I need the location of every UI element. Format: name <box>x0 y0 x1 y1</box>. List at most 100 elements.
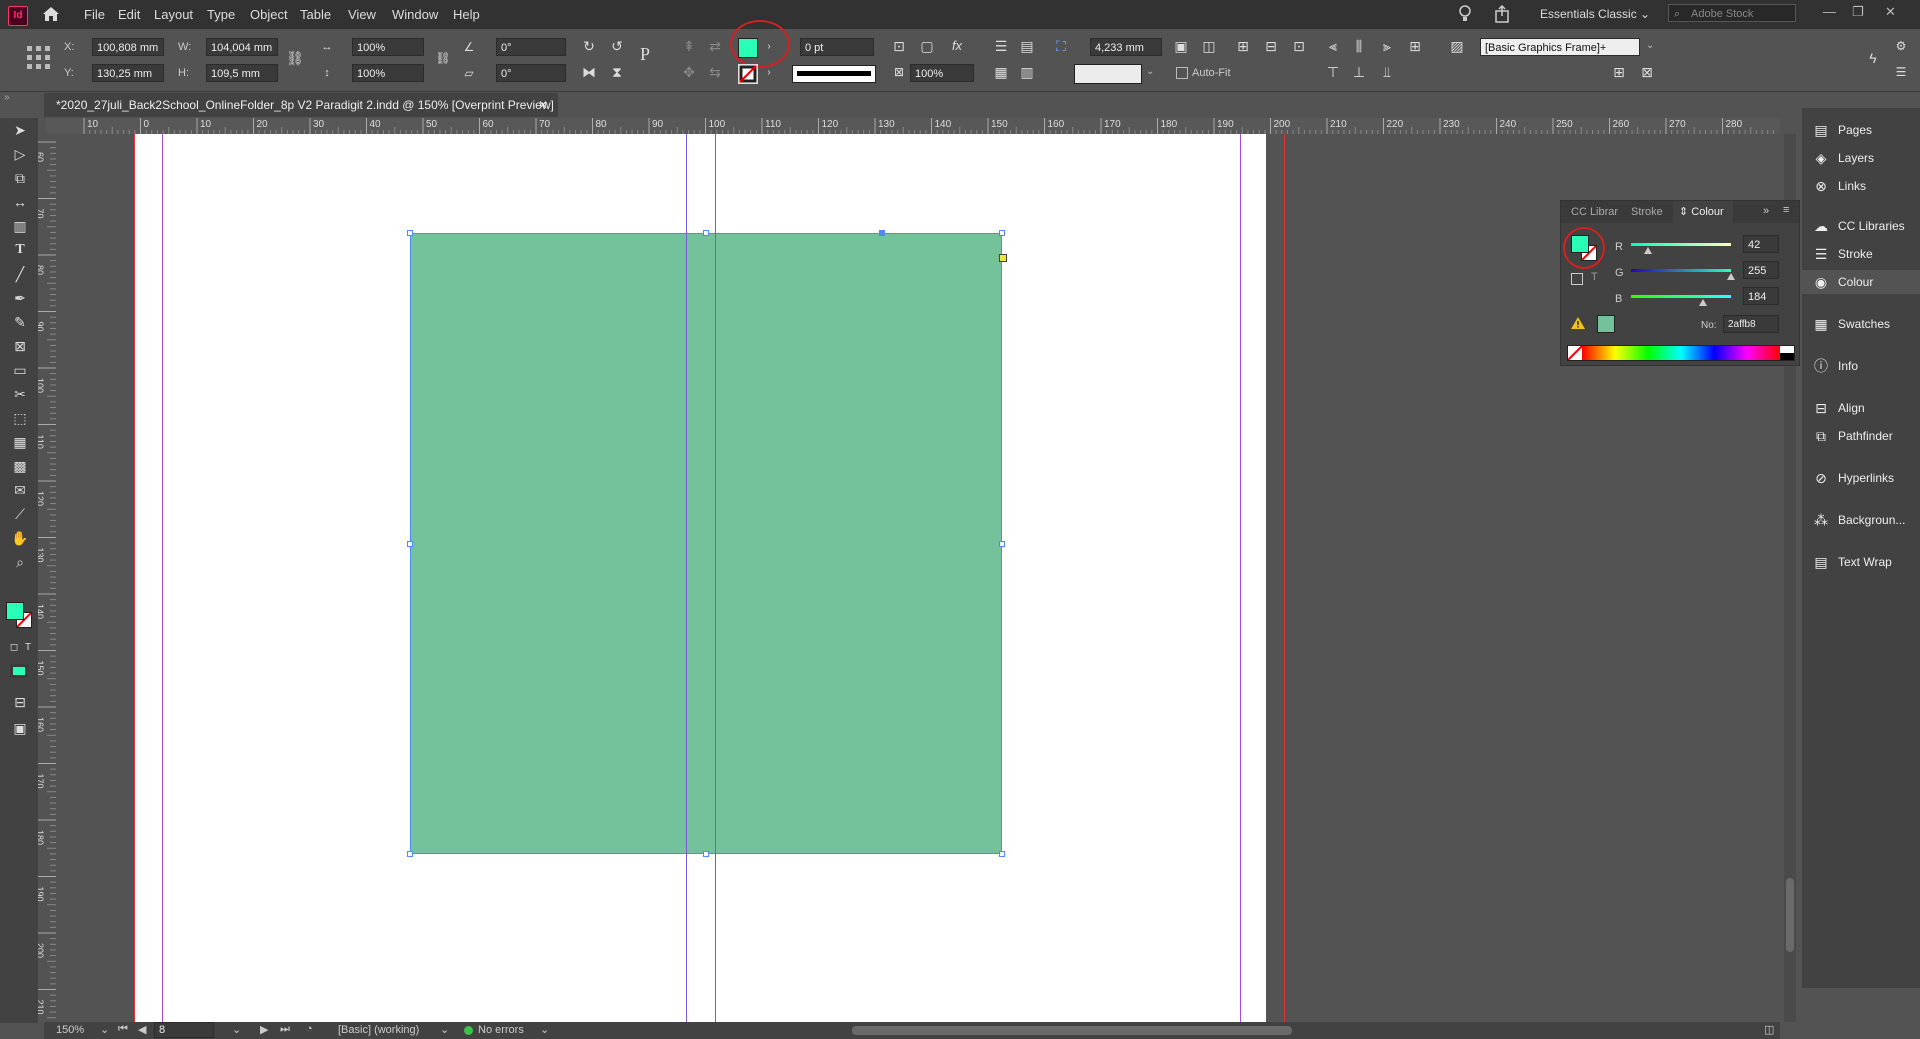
dock-item-links[interactable]: ⊗ Links <box>1802 174 1920 198</box>
menu-layout[interactable]: Layout <box>154 7 193 22</box>
first-page-icon[interactable]: ⏮ <box>118 1023 128 1036</box>
eyedropper-tool-icon[interactable]: ⟋ <box>10 504 30 524</box>
rotate-counterclockwise-icon[interactable]: ↺ <box>608 37 626 55</box>
clear-overrides-icon[interactable]: ⊠ <box>1638 63 1656 81</box>
fill-menu-chevron-icon[interactable]: › <box>760 38 778 56</box>
corner-size-field[interactable]: 4,233 mm <box>1090 38 1162 56</box>
menu-edit[interactable]: Edit <box>118 7 140 22</box>
corner-options-handle[interactable] <box>999 254 1007 262</box>
g-value-field[interactable]: 255 <box>1743 261 1779 279</box>
panel-collapse-arrows-icon[interactable]: » <box>1763 205 1769 217</box>
colour-spectrum-ramp[interactable] <box>1567 345 1795 361</box>
resize-handle[interactable] <box>999 540 1005 547</box>
errors-chevron-icon[interactable]: ⌄ <box>540 1023 549 1036</box>
resize-handle[interactable] <box>703 851 709 857</box>
panel-settings-gear-icon[interactable]: ⚙ <box>1892 37 1910 55</box>
align-top-icon[interactable]: ⊤ <box>1324 63 1342 81</box>
pencil-tool-icon[interactable]: ✎ <box>10 312 30 332</box>
center-content-icon[interactable]: ⊡ <box>1290 37 1308 55</box>
gap-tool-icon[interactable]: ↔ <box>10 192 30 212</box>
prev-page-icon[interactable]: ◀ <box>138 1023 146 1036</box>
select-previous-icon[interactable]: ⇄ <box>706 37 724 55</box>
gradient-swatch-tool-icon[interactable]: ▦ <box>10 432 30 452</box>
flip-horizontal-icon[interactable]: ⧓ <box>580 63 598 81</box>
fit-content-to-frame-icon[interactable]: ⊞ <box>1234 37 1252 55</box>
pen-tool-icon[interactable]: ✒ <box>10 288 30 308</box>
line-tool-icon[interactable]: ╱ <box>10 264 30 284</box>
center-point-handle[interactable] <box>879 230 885 236</box>
opacity-field[interactable]: 100% <box>910 64 974 82</box>
minimize-button[interactable]: — <box>1823 4 1836 19</box>
stroke-weight-field[interactable]: 0 pt <box>800 38 874 56</box>
resize-handle[interactable] <box>999 230 1005 236</box>
quick-apply-icon[interactable]: ϟ <box>1864 49 1882 67</box>
tab-colour-active[interactable]: ⇕ Colour <box>1673 201 1733 223</box>
menu-table[interactable]: Table <box>300 7 331 22</box>
none-swatch-icon[interactable] <box>1568 346 1582 360</box>
align-left-icon[interactable]: ⫷ <box>1324 37 1342 55</box>
select-container-icon[interactable]: ⇞ <box>680 37 698 55</box>
gamut-correction-swatch[interactable] <box>1597 315 1615 333</box>
page-chevron-icon[interactable]: ⌄ <box>232 1023 241 1036</box>
flip-vertical-icon[interactable]: ⧗ <box>608 63 626 81</box>
fit-frame-to-content-icon[interactable]: ◫ <box>1200 37 1218 55</box>
style-override-icon[interactable]: ⊞ <box>1610 63 1628 81</box>
dock-item-align[interactable]: ⊟ Align <box>1802 396 1920 420</box>
next-page-icon[interactable]: ▶ <box>260 1023 268 1036</box>
reference-point-icon[interactable] <box>26 45 52 71</box>
frame-options-icon[interactable]: ⊡ <box>890 37 908 55</box>
page-tool-icon[interactable]: ⧉ <box>10 168 30 188</box>
dock-item-layers[interactable]: ◈ Layers <box>1802 146 1920 170</box>
dock-item-swatches[interactable]: ▦ Swatches <box>1802 312 1920 336</box>
vertical-scroll-thumb[interactable] <box>1786 878 1794 952</box>
hex-value-field[interactable]: 2affb8 <box>1723 315 1779 333</box>
out-of-gamut-warning-icon[interactable] <box>1571 317 1585 329</box>
shear-angle-field[interactable]: 0° <box>496 64 566 82</box>
auto-fit-checkbox[interactable] <box>1176 67 1188 79</box>
dock-item-pathfinder[interactable]: ⧉ Pathfinder <box>1802 424 1920 448</box>
b-value-field[interactable]: 184 <box>1743 287 1779 305</box>
dock-item-text-wrap[interactable]: ▤ Text Wrap <box>1802 550 1920 574</box>
align-bottom-icon[interactable]: ⫫ <box>1378 63 1396 81</box>
type-tool-icon[interactable]: T <box>10 240 30 260</box>
stroke-swatch-button[interactable] <box>738 64 758 84</box>
text-wrap-none-icon[interactable]: ☰ <box>992 37 1010 55</box>
r-slider[interactable] <box>1631 243 1731 254</box>
tab-stroke[interactable]: Stroke <box>1631 206 1663 218</box>
resize-handle[interactable] <box>407 540 413 547</box>
corner-shape-dropdown[interactable] <box>1074 64 1142 84</box>
select-object-icon[interactable]: ⇆ <box>706 63 724 81</box>
menu-file[interactable]: File <box>84 7 105 22</box>
text-wrap-jump-icon[interactable]: ▥ <box>1018 63 1036 81</box>
document-tab[interactable]: *2020_27juli_Back2School_OnlineFolder_8p… <box>44 93 558 117</box>
g-slider[interactable] <box>1631 269 1735 280</box>
last-page-icon[interactable]: ⏭ <box>280 1023 290 1036</box>
x-position-field[interactable]: 100,808 mm <box>92 38 164 56</box>
object-style-icon[interactable]: ▨ <box>1448 37 1466 55</box>
align-middle-icon[interactable]: ⊥ <box>1350 63 1368 81</box>
distribute-icon[interactable]: ⊞ <box>1406 37 1424 55</box>
b-slider[interactable] <box>1631 295 1731 306</box>
menu-help[interactable]: Help <box>453 7 480 22</box>
dock-item-backgroun[interactable]: ⁂ Backgroun... <box>1802 508 1920 532</box>
selected-rectangle-frame[interactable] <box>410 233 1002 854</box>
height-field[interactable]: 109,5 mm <box>206 64 278 82</box>
restore-button[interactable]: ❐ <box>1852 4 1864 20</box>
panel-flyout-menu-icon[interactable]: ≡ <box>1783 204 1789 216</box>
horizontal-scroll-thumb[interactable] <box>852 1026 1292 1035</box>
note-tool-icon[interactable]: ✉ <box>10 480 30 500</box>
r-slider-thumb[interactable] <box>1643 247 1652 254</box>
g-slider-thumb[interactable] <box>1727 273 1735 280</box>
workspace-switcher[interactable]: Essentials Classic ⌄ <box>1540 7 1650 21</box>
menu-view[interactable]: View <box>348 7 376 22</box>
preview-mode-icon[interactable]: ▣ <box>10 718 30 738</box>
menu-object[interactable]: Object <box>250 7 288 22</box>
panel-menu-icon[interactable]: ☰ <box>1892 63 1910 81</box>
scale-x-field[interactable]: 100% <box>352 38 424 56</box>
dock-item-info[interactable]: ⓘ Info <box>1802 354 1920 378</box>
selection-tool-icon[interactable]: ➤ <box>10 120 30 140</box>
r-value-field[interactable]: 42 <box>1743 235 1779 253</box>
constrain-proportions-icon[interactable]: ⛓ <box>286 49 304 67</box>
zoom-chevron-icon[interactable]: ⌄ <box>100 1023 109 1036</box>
scissors-tool-icon[interactable]: ✂ <box>10 384 30 404</box>
